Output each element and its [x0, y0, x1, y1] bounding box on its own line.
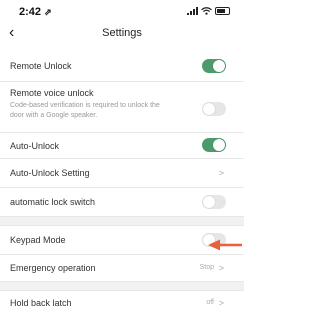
remote-voice-unlock-label: Remote voice unlock: [10, 88, 94, 98]
chevron-right-icon: >: [218, 168, 224, 178]
remote-voice-unlock-description: Code-based verification is required to u…: [10, 102, 160, 119]
emergency-operation-value: Stop: [199, 264, 214, 271]
status-time: 2:42 ⇗: [19, 6, 52, 18]
keypad-mode-label: Keypad Mode: [10, 235, 66, 245]
annotation-arrow-icon: [208, 239, 242, 251]
auto-unlock-toggle[interactable]: [202, 138, 226, 152]
battery-icon: [215, 7, 230, 15]
emergency-operation-label: Emergency operation: [10, 263, 96, 273]
nav-bar: ‹ Settings: [0, 24, 244, 46]
automatic-lock-switch-toggle[interactable]: [202, 195, 226, 209]
remote-unlock-toggle[interactable]: [202, 59, 226, 73]
remote-unlock-label: Remote Unlock: [10, 61, 72, 71]
settings-list: Remote Unlock Remote voice unlock Code-b…: [0, 52, 244, 313]
wifi-icon: [201, 7, 212, 15]
chevron-right-icon: >: [218, 298, 224, 308]
status-bar: 2:42 ⇗: [0, 0, 244, 24]
row-emergency-operation[interactable]: Emergency operation Stop >: [0, 255, 244, 282]
system-icons: [187, 7, 230, 15]
cellular-signal-icon: [187, 7, 198, 15]
row-auto-unlock[interactable]: Auto-Unlock: [0, 133, 244, 159]
hold-back-latch-value: off: [206, 299, 214, 306]
row-remote-unlock[interactable]: Remote Unlock: [0, 52, 244, 82]
row-auto-unlock-setting[interactable]: Auto-Unlock Setting >: [0, 159, 244, 188]
row-hold-back-latch[interactable]: Hold back latch off >: [0, 291, 244, 313]
auto-unlock-setting-label: Auto-Unlock Setting: [10, 168, 90, 178]
chevron-right-icon: >: [218, 263, 224, 273]
page-title: Settings: [102, 27, 142, 39]
automatic-lock-switch-label: automatic lock switch: [10, 197, 96, 207]
section-divider: [0, 217, 244, 226]
hold-back-latch-label: Hold back latch: [10, 298, 72, 308]
location-arrow-icon: ⇗: [44, 7, 52, 17]
row-remote-voice-unlock[interactable]: Remote voice unlock Code-based verificat…: [0, 82, 244, 133]
auto-unlock-label: Auto-Unlock: [10, 141, 60, 151]
remote-voice-unlock-toggle[interactable]: [202, 102, 226, 116]
row-automatic-lock-switch[interactable]: automatic lock switch: [0, 188, 244, 217]
